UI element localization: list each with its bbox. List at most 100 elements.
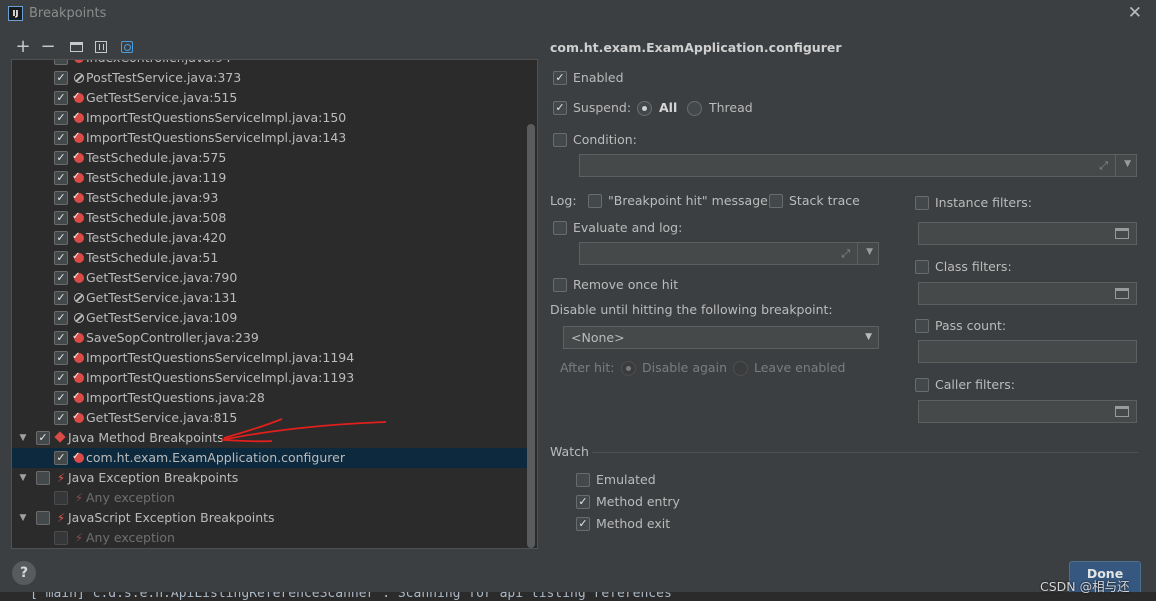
suspend-all-radio[interactable] <box>637 101 652 116</box>
group-js-exception[interactable]: ▼ ⚡ JavaScript Exception Breakpoints <box>12 508 527 528</box>
evaluate-log-checkbox[interactable] <box>553 221 567 235</box>
disable-again-radio[interactable] <box>621 361 636 376</box>
breakpoint-row[interactable]: ✓ PostTestService.java:373 <box>12 68 527 88</box>
breakpoint-checkbox[interactable] <box>54 491 68 505</box>
after-hit-label: After hit: <box>560 360 615 375</box>
breakpoint-checkbox[interactable]: ✓ <box>54 331 68 345</box>
remove-icon[interactable]: − <box>39 38 57 56</box>
breakpoint-checkbox[interactable]: ✓ <box>54 391 68 405</box>
chevron-down-icon[interactable]: ▼ <box>866 247 873 257</box>
breakpoint-row[interactable]: ✓ ImportTestQuestionsServiceImpl.java:143 <box>12 127 527 148</box>
chevron-down-icon[interactable]: ▼ <box>18 468 28 488</box>
suspend-checkbox[interactable]: ✓ <box>553 101 567 115</box>
breakpoint-checkbox[interactable]: ✓ <box>54 411 68 425</box>
line-breakpoint-icon <box>72 267 86 288</box>
evaluate-log-input[interactable]: ⤢ ▼ <box>579 242 879 265</box>
leave-enabled-radio[interactable] <box>733 361 748 376</box>
breakpoint-row[interactable]: ✓ TestSchedule.java:93 <box>12 187 527 208</box>
group-icon[interactable] <box>92 38 110 56</box>
suspend-option[interactable]: ✓ Suspend: All Thread <box>553 100 813 116</box>
breakpoint-row[interactable]: ✓ ImportTestQuestionsServiceImpl.java:119… <box>12 347 527 368</box>
breakpoint-checkbox[interactable]: ✓ <box>54 60 68 65</box>
caller-filters-input[interactable] <box>918 400 1137 423</box>
breakpoint-checkbox[interactable]: ✓ <box>54 151 68 165</box>
breakpoints-tree[interactable]: ✓ IndexController.java:94 ✓ PostTestService… <box>11 59 538 549</box>
chevron-down-icon[interactable]: ▼ <box>18 508 28 528</box>
disable-until-select[interactable]: <None> ▼ <box>563 326 879 349</box>
breakpoint-row[interactable]: ✓ TestSchedule.java:119 <box>12 167 527 188</box>
breakpoint-row[interactable]: ✓ ImportTestQuestions.java:28 <box>12 387 527 408</box>
condition-input[interactable]: ⤢ ▼ <box>579 154 1137 177</box>
method-entry-checkbox[interactable]: ✓ <box>576 495 590 509</box>
expand-icon[interactable]: ⤢ <box>841 247 850 261</box>
group-java-method[interactable]: ▼ ✓ Java Method Breakpoints <box>12 428 527 448</box>
selected-breakpoint-row[interactable]: ✓ com.ht.exam.ExamApplication.configurer <box>12 447 527 468</box>
method-exit-checkbox[interactable]: ✓ <box>576 517 590 531</box>
breakpoint-label: GetTestService.java:790 <box>86 270 238 285</box>
breakpoint-row[interactable]: ✓ TestSchedule.java:420 <box>12 227 527 248</box>
breakpoint-row[interactable]: ✓ GetTestService.java:790 <box>12 267 527 288</box>
breakpoint-row[interactable]: ✓ GetTestService.java:815 <box>12 407 527 428</box>
help-icon[interactable]: ? <box>12 561 36 585</box>
breakpoint-checkbox[interactable]: ✓ <box>54 271 68 285</box>
breakpoint-row[interactable]: ✓ GetTestService.java:515 <box>12 87 527 108</box>
class-filters-checkbox[interactable] <box>915 260 929 274</box>
add-icon[interactable]: + <box>14 38 32 56</box>
remove-once-hit-checkbox[interactable] <box>553 278 567 292</box>
stack-trace-checkbox[interactable] <box>769 194 783 208</box>
settings-icon[interactable] <box>118 38 136 56</box>
breakpoint-row[interactable]: ✓ TestSchedule.java:51 <box>12 247 527 268</box>
pass-count-input[interactable] <box>918 340 1137 363</box>
breakpoint-checkbox[interactable]: ✓ <box>54 251 68 265</box>
suspend-thread-radio[interactable] <box>687 101 702 116</box>
chevron-down-icon[interactable]: ▼ <box>865 327 872 348</box>
caller-filters-checkbox[interactable] <box>915 378 929 392</box>
breakpoint-row[interactable]: ✓ TestSchedule.java:508 <box>12 207 527 228</box>
breakpoint-checkbox[interactable]: ✓ <box>54 111 68 125</box>
close-icon[interactable]: ✕ <box>1128 3 1142 23</box>
folder-icon[interactable] <box>1115 406 1129 417</box>
instance-filters-input[interactable] <box>918 222 1137 245</box>
breakpoint-checkbox[interactable]: ✓ <box>54 131 68 145</box>
group-checkbox[interactable] <box>36 511 50 525</box>
breakpoint-row[interactable]: ✓ ImportTestQuestionsServiceImpl.java:150 <box>12 107 527 128</box>
breakpoint-checkbox[interactable]: ✓ <box>54 211 68 225</box>
breakpoint-checkbox[interactable]: ✓ <box>54 451 68 465</box>
chevron-down-icon[interactable]: ▼ <box>18 428 28 448</box>
breakpoint-row[interactable]: ✓ TestSchedule.java:575 <box>12 147 527 168</box>
group-checkbox[interactable] <box>36 471 50 485</box>
instance-filters-checkbox[interactable] <box>915 196 929 210</box>
folder-icon[interactable] <box>1115 228 1129 239</box>
breakpoint-row[interactable]: ✓ GetTestService.java:109 <box>12 308 527 328</box>
enabled-checkbox[interactable]: ✓ <box>553 71 567 85</box>
chevron-down-icon[interactable]: ▼ <box>1124 159 1131 169</box>
breakpoint-checkbox[interactable] <box>54 531 68 545</box>
breakpoint-checkbox[interactable]: ✓ <box>54 311 68 325</box>
emulated-checkbox[interactable] <box>576 473 590 487</box>
breakpoint-row[interactable]: ⚡ Any exception <box>12 488 527 508</box>
window-title: Breakpoints <box>29 6 107 21</box>
group-java-exception[interactable]: ▼ ⚡ Java Exception Breakpoints <box>12 468 527 488</box>
condition-checkbox[interactable] <box>553 133 567 147</box>
expand-icon[interactable]: ⤢ <box>1099 159 1108 173</box>
folder-icon[interactable] <box>67 38 85 56</box>
breakpoint-checkbox[interactable]: ✓ <box>54 191 68 205</box>
log-message-checkbox[interactable] <box>588 194 602 208</box>
breakpoint-row[interactable]: ✓ GetTestService.java:131 <box>12 288 527 308</box>
breakpoint-checkbox[interactable]: ✓ <box>54 171 68 185</box>
breakpoint-checkbox[interactable]: ✓ <box>54 291 68 305</box>
breakpoint-checkbox[interactable]: ✓ <box>54 371 68 385</box>
group-checkbox[interactable]: ✓ <box>36 431 50 445</box>
breakpoint-row[interactable]: ✓ ImportTestQuestionsServiceImpl.java:119… <box>12 367 527 388</box>
breakpoint-checkbox[interactable]: ✓ <box>54 231 68 245</box>
breakpoint-checkbox[interactable]: ✓ <box>54 71 68 85</box>
breakpoint-row[interactable]: ✓ IndexController.java:94 <box>12 60 527 68</box>
breakpoint-checkbox[interactable]: ✓ <box>54 91 68 105</box>
breakpoint-row[interactable]: ⚡ Any exception <box>12 528 527 548</box>
folder-icon[interactable] <box>1115 288 1129 299</box>
breakpoint-checkbox[interactable]: ✓ <box>54 351 68 365</box>
breakpoint-row[interactable]: ✓ SaveSopController.java:239 <box>12 327 527 348</box>
scrollbar-thumb[interactable] <box>527 124 535 548</box>
class-filters-input[interactable] <box>918 282 1137 305</box>
pass-count-checkbox[interactable] <box>915 319 929 333</box>
